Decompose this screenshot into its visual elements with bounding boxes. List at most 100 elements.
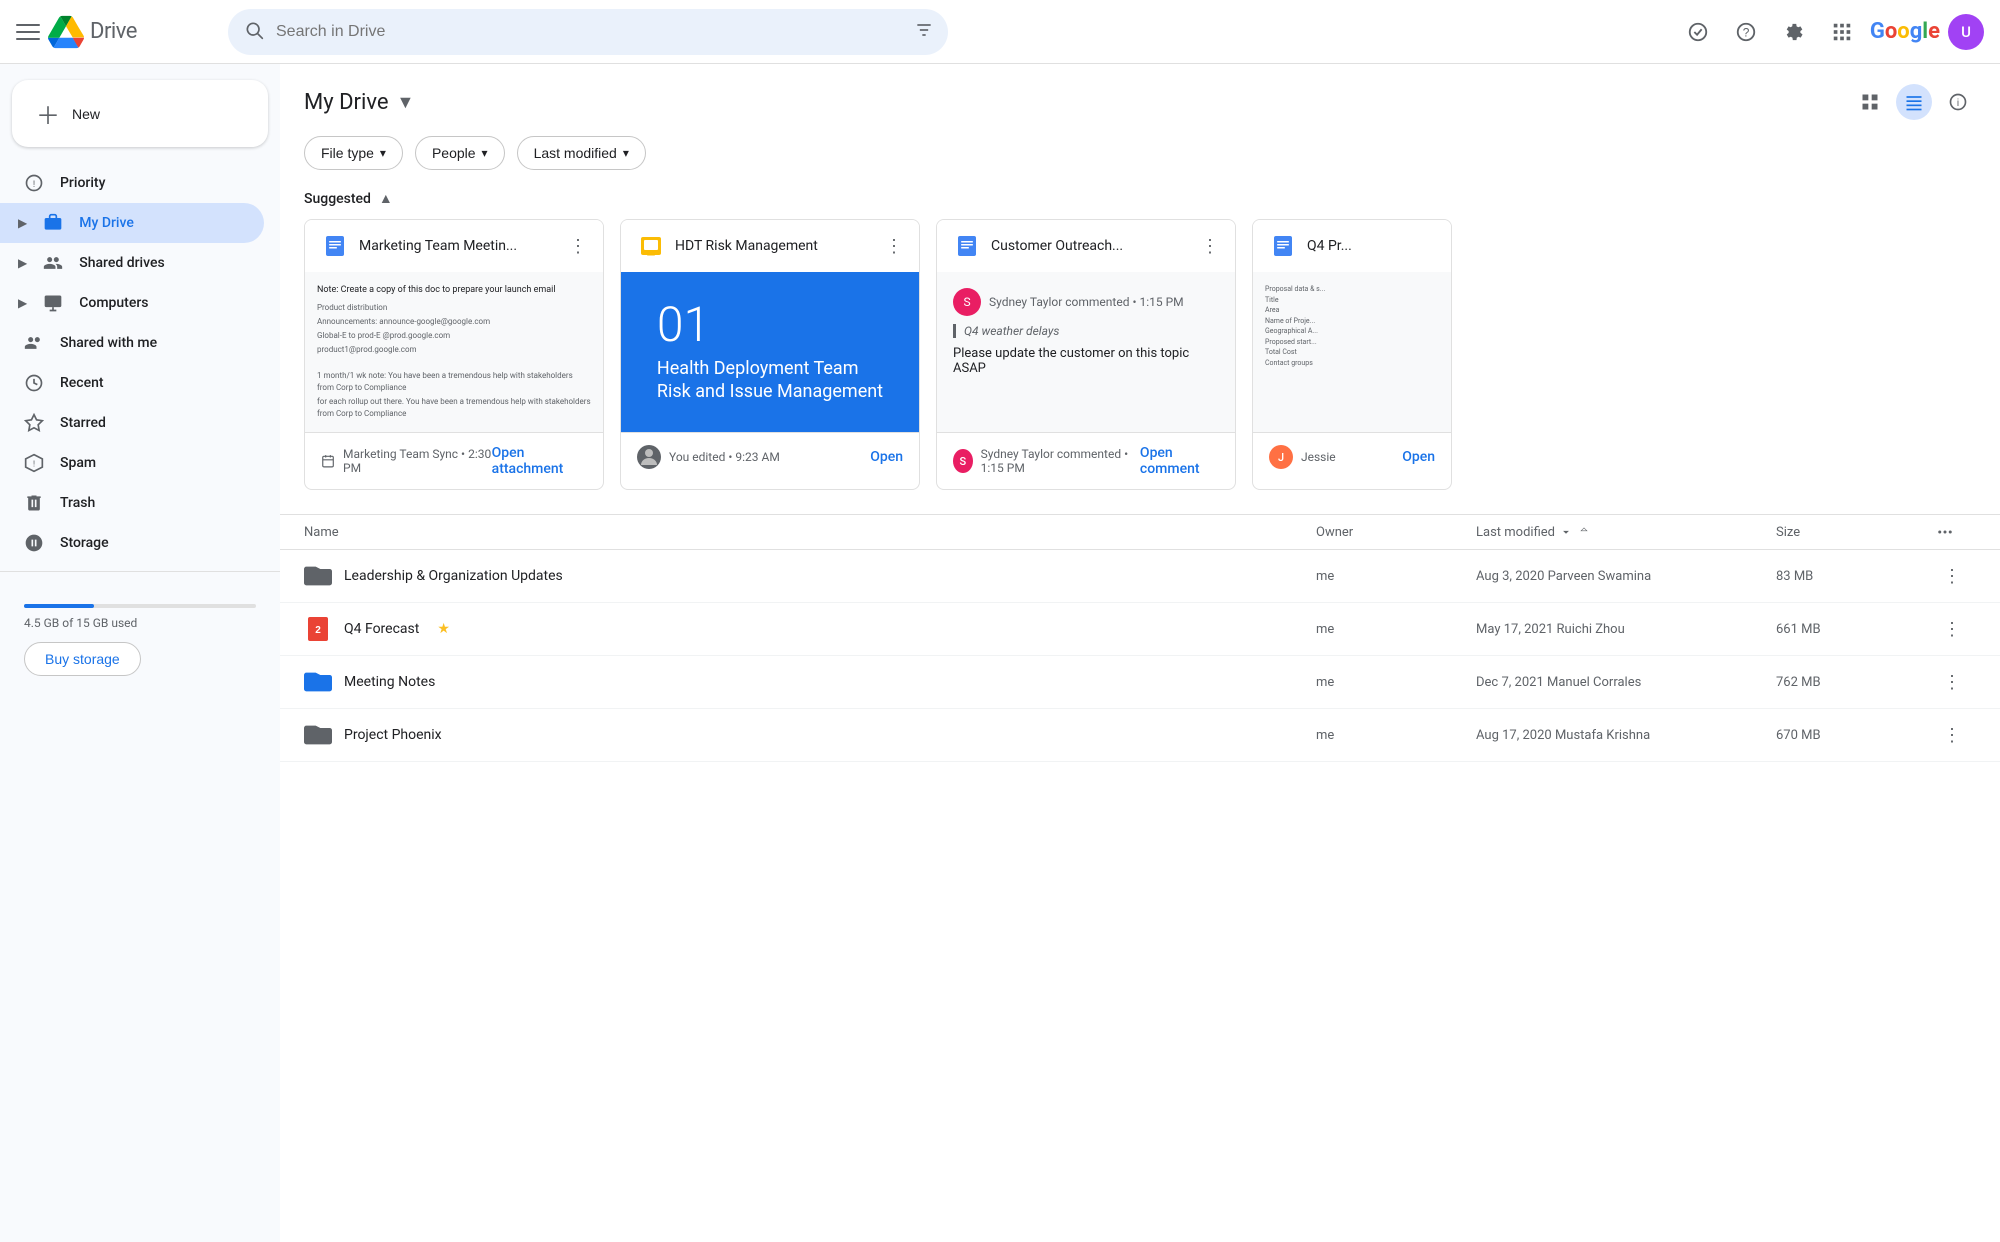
main-title-area[interactable]: My Drive ▼: [304, 90, 414, 115]
card-hdt-risk[interactable]: HDT Risk Management ⋮ 01 Health Deployme…: [620, 219, 920, 490]
card-header: Q4 Pr...: [1253, 220, 1451, 272]
settings-button[interactable]: [1774, 12, 1814, 52]
user-avatar[interactable]: U: [1948, 14, 1984, 50]
search-filter-icon[interactable]: [914, 20, 934, 44]
card-footer-info: You edited • 9:23 AM: [637, 445, 780, 469]
file-row[interactable]: Leadership & Organization Updates me Aug…: [280, 550, 2000, 603]
card-q4-pr[interactable]: Q4 Pr... Proposal data & s... Title Area…: [1252, 219, 1452, 490]
card-action-link[interactable]: Open: [1402, 449, 1435, 465]
storage-bar: [24, 604, 256, 608]
grid-view-button[interactable]: [1852, 84, 1888, 120]
file-name-label: Project Phoenix: [344, 727, 442, 743]
sidebar-item-spam[interactable]: ! Spam: [0, 443, 264, 483]
help-button[interactable]: ?: [1726, 12, 1766, 52]
file-modified: May 17, 2021 Ruichi Zhou: [1476, 622, 1776, 637]
card-more-icon[interactable]: ⋮: [885, 236, 903, 257]
user-avatar-small: J: [1269, 445, 1293, 469]
sidebar-item-shared-drives[interactable]: ▶ Shared drives: [0, 243, 264, 283]
search-input[interactable]: [228, 9, 948, 55]
recent-icon: [24, 373, 44, 393]
drive-logo[interactable]: Drive: [48, 14, 137, 50]
storage-icon: [24, 533, 44, 553]
sidebar-item-starred[interactable]: Starred: [0, 403, 264, 443]
last-modified-filter[interactable]: Last modified ▾: [517, 136, 646, 170]
sidebar-item-trash[interactable]: Trash: [0, 483, 264, 523]
card-header: Customer Outreach... ⋮: [937, 220, 1235, 272]
info-button[interactable]: i: [1940, 84, 1976, 120]
shared-drives-icon: [43, 253, 63, 273]
suggested-label: Suggested: [304, 191, 371, 207]
card-marketing-team-meeting[interactable]: Marketing Team Meetin... ⋮ Note: Create …: [304, 219, 604, 490]
card-footer: Marketing Team Sync • 2:30 PM Open attac…: [305, 432, 603, 489]
topbar-left: Drive: [16, 14, 216, 50]
people-filter[interactable]: People ▾: [415, 136, 505, 170]
file-more-button[interactable]: ⋮: [1936, 560, 1968, 592]
sidebar-item-my-drive[interactable]: ▶ My Drive: [0, 203, 264, 243]
status-check-button[interactable]: [1678, 12, 1718, 52]
file-more-button[interactable]: ⋮: [1936, 719, 1968, 751]
card-footer-text: Jessie: [1301, 450, 1336, 464]
file-more-button[interactable]: ⋮: [1936, 666, 1968, 698]
card-preview: Note: Create a copy of this doc to prepa…: [305, 272, 603, 432]
search-bar: [228, 9, 948, 55]
comment-quote: Q4 weather delays: [953, 324, 1219, 338]
apps-button[interactable]: [1822, 12, 1862, 52]
topbar: Drive ? Google U: [0, 0, 2000, 64]
starred-icon: [24, 413, 44, 433]
sidebar-item-computers[interactable]: ▶ Computers: [0, 283, 264, 323]
sidebar-item-storage[interactable]: Storage: [0, 523, 264, 563]
col-header-owner[interactable]: Owner: [1316, 525, 1476, 540]
file-size: 661 MB: [1776, 622, 1936, 637]
storage-section: 4.5 GB of 15 GB used Buy storage: [0, 580, 280, 692]
card-action-link[interactable]: Open comment: [1140, 445, 1219, 477]
file-type-filter[interactable]: File type ▾: [304, 136, 403, 170]
main-header: My Drive ▼ i: [280, 64, 2000, 128]
file-row[interactable]: Meeting Notes me Dec 7, 2021 Manuel Corr…: [280, 656, 2000, 709]
new-button[interactable]: ＋ New: [12, 80, 268, 147]
file-name-cell: Leadership & Organization Updates: [304, 562, 1316, 590]
hamburger-menu-icon[interactable]: [16, 20, 40, 44]
sidebar-item-label: Starred: [60, 415, 106, 431]
col-header-name[interactable]: Name: [304, 525, 1316, 540]
card-more-icon[interactable]: ⋮: [1201, 236, 1219, 257]
file-row[interactable]: 2 Q4 Forecast ★ me May 17, 2021 Ruichi Z…: [280, 603, 2000, 656]
filter-chevron-icon: ▾: [623, 146, 629, 160]
collapse-suggested-icon[interactable]: ▲: [379, 190, 393, 207]
col-header-last-modified[interactable]: Last modified: [1476, 525, 1776, 540]
col-header-size[interactable]: Size: [1776, 525, 1936, 540]
card-action-link[interactable]: Open: [870, 449, 903, 465]
file-row[interactable]: Project Phoenix me Aug 17, 2020 Mustafa …: [280, 709, 2000, 762]
star-icon: ★: [437, 621, 450, 637]
user-avatar-small: [637, 445, 661, 469]
doc-preview-content: Note: Create a copy of this doc to prepa…: [305, 272, 603, 432]
app-layout: ＋ New ! Priority ▶ My Drive ▶ Shared dri…: [0, 64, 2000, 1242]
blue-preview-content: 01 Health Deployment TeamRisk and Issue …: [637, 281, 903, 424]
filter-bar: File type ▾ People ▾ Last modified ▾: [280, 128, 2000, 186]
search-icon: [244, 20, 264, 44]
sidebar-item-label: Priority: [60, 175, 105, 191]
sidebar-item-shared-with-me[interactable]: Shared with me: [0, 323, 264, 363]
doc-icon: [321, 232, 349, 260]
list-view-button[interactable]: [1896, 84, 1932, 120]
card-header-left: HDT Risk Management: [637, 232, 818, 260]
sidebar-item-recent[interactable]: Recent: [0, 363, 264, 403]
card-action-link[interactable]: Open attachment: [492, 445, 587, 477]
spam-icon: !: [24, 453, 44, 473]
chevron-icon: ▶: [18, 256, 27, 270]
slides-icon: [637, 232, 665, 260]
card-footer-info: S Sydney Taylor commented • 1:15 PM: [953, 447, 1140, 475]
sidebar-item-label: Shared drives: [79, 255, 164, 271]
file-size: 83 MB: [1776, 569, 1936, 584]
file-modified: Aug 3, 2020 Parveen Swamina: [1476, 569, 1776, 584]
card-more-icon[interactable]: ⋮: [569, 236, 587, 257]
card-title: HDT Risk Management: [675, 238, 818, 254]
comment-body: Please update the customer on this topic…: [953, 346, 1219, 376]
file-name-cell: Meeting Notes: [304, 668, 1316, 696]
sidebar-item-priority[interactable]: ! Priority: [0, 163, 264, 203]
file-more-button[interactable]: ⋮: [1936, 613, 1968, 645]
shared-with-me-icon: [24, 333, 44, 353]
card-customer-outreach[interactable]: Customer Outreach... ⋮ S Sydney Taylor c…: [936, 219, 1236, 490]
buy-storage-button[interactable]: Buy storage: [24, 642, 141, 676]
file-name-cell: Project Phoenix: [304, 721, 1316, 749]
card-header-left: Customer Outreach...: [953, 232, 1123, 260]
